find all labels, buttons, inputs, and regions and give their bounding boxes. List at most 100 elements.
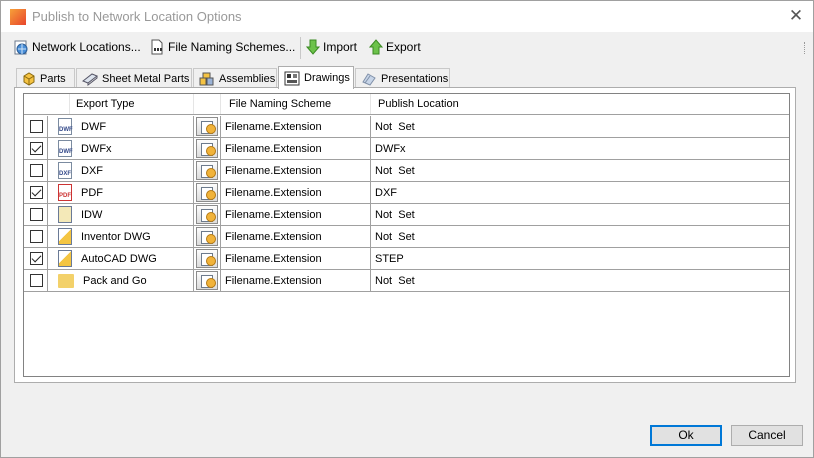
export-type-header[interactable]: Export Type [70,94,194,114]
export-type-checkbox[interactable] [30,230,43,243]
import-button[interactable]: Import [306,37,357,57]
tab-parts-label: Parts [40,72,66,85]
edit-naming-scheme-button[interactable] [196,249,218,268]
file-icon-text: DXF [59,171,71,177]
file-naming-scheme-cell[interactable]: Filename.Extension [221,116,371,137]
file-naming-scheme-header[interactable]: File Naming Scheme [221,94,371,114]
publish-location-cell[interactable]: DWFx [371,138,789,159]
publish-location-cell[interactable]: Not Set [371,160,789,181]
dwfx-file-icon: DWF [58,140,73,157]
export-type-cell: DXF DXF [48,160,194,181]
tab-assemblies[interactable]: Assemblies [193,68,277,88]
tab-parts[interactable]: Parts [16,68,75,88]
publish-location-cell[interactable]: Not Set [371,270,789,291]
table-row[interactable]: DXF DXF Filename.Extension Not Set [24,160,789,182]
export-type-checkbox[interactable] [30,274,43,287]
dxf-file-icon: DXF [58,162,72,179]
file-naming-schemes-button[interactable]: File Naming Schemes... [149,37,295,57]
file-naming-scheme-cell[interactable]: Filename.Extension [221,270,371,291]
browse-cell [194,116,221,137]
table-row[interactable]: IDW Filename.Extension Not Set [24,204,789,226]
table-row[interactable]: Pack and Go Filename.Extension Not Set [24,270,789,292]
export-type-label: DXF [81,164,103,177]
edit-naming-scheme-button[interactable] [196,161,218,180]
table-row[interactable]: PDF PDF Filename.Extension DXF [24,182,789,204]
file-icon-text: DWF [59,127,73,133]
table-row[interactable]: DWF DWFx Filename.Extension DWFx [24,138,789,160]
browse-cell [194,182,221,203]
file-naming-scheme-cell[interactable]: Filename.Extension [221,204,371,225]
edit-naming-scheme-button[interactable] [196,205,218,224]
export-type-checkbox[interactable] [30,252,43,265]
row-checkbox-cell [24,116,48,137]
app-icon [10,9,26,25]
file-naming-scheme-cell[interactable]: Filename.Extension [221,160,371,181]
publish-location-cell[interactable]: Not Set [371,226,789,247]
file-naming-scheme-cell[interactable]: Filename.Extension [221,226,371,247]
file-naming-scheme-cell[interactable]: Filename.Extension [221,138,371,159]
table-header: Export Type File Naming Scheme Publish L… [24,94,789,115]
export-type-label: PDF [81,186,103,199]
export-label: Export [386,40,421,54]
edit-naming-scheme-button[interactable] [196,139,218,158]
browse-cell [194,160,221,181]
drawings-tab-panel: Export Type File Naming Scheme Publish L… [14,87,796,383]
toolbar: Network Locations... File Naming Schemes… [1,32,813,62]
export-type-cell: AutoCAD DWG [48,248,194,269]
export-type-label: Inventor DWG [81,230,151,243]
ok-button[interactable]: Ok [650,425,722,446]
row-checkbox-cell [24,226,48,247]
export-type-checkbox[interactable] [30,120,43,133]
row-checkbox-cell [24,138,48,159]
dwf-file-icon: DWF [58,118,73,135]
toolbar-separator [300,37,301,59]
export-button[interactable]: Export [369,37,421,57]
export-type-label: DWF [81,120,107,133]
file-icon-text: PDF [59,193,71,199]
network-location-icon [14,40,28,55]
table-row[interactable]: DWF DWF Filename.Extension Not Set [24,116,789,138]
publish-location-value: Not Set [375,164,415,177]
file-naming-scheme-cell[interactable]: Filename.Extension [221,248,371,269]
export-type-label: Pack and Go [83,274,147,287]
browse-cell [194,204,221,225]
export-type-cell: Inventor DWG [48,226,194,247]
export-type-checkbox[interactable] [30,164,43,177]
close-button[interactable]: ✕ [785,5,807,27]
tab-sheet-metal-parts[interactable]: Sheet Metal Parts [76,68,192,88]
pack-and-go-icon [58,273,74,288]
file-naming-scheme-value: Filename.Extension [225,164,322,177]
row-checkbox-cell [24,204,48,225]
browse-cell [194,248,221,269]
tab-drawings-label: Drawings [304,72,350,84]
import-arrow-icon [306,39,320,55]
tab-drawings[interactable]: Drawings [278,66,354,89]
export-type-checkbox[interactable] [30,186,43,199]
edit-naming-scheme-button[interactable] [196,183,218,202]
publish-location-cell[interactable]: Not Set [371,116,789,137]
publish-location-cell[interactable]: Not Set [371,204,789,225]
edit-naming-scheme-button[interactable] [196,271,218,290]
pdf-file-icon: PDF [58,184,72,201]
publish-location-cell[interactable]: STEP [371,248,789,269]
export-types-table: Export Type File Naming Scheme Publish L… [23,93,790,377]
export-type-checkbox[interactable] [30,208,43,221]
file-naming-scheme-cell[interactable]: Filename.Extension [221,182,371,203]
idw-file-icon [58,206,72,223]
browse-cell [194,270,221,291]
edit-naming-scheme-button[interactable] [196,117,218,136]
publish-location-value: DXF [375,186,397,199]
network-locations-button[interactable]: Network Locations... [13,37,141,57]
tab-presentations[interactable]: Presentations [355,68,450,88]
table-row[interactable]: Inventor DWG Filename.Extension Not Set [24,226,789,248]
publish-location-header[interactable]: Publish Location [371,94,789,114]
presentation-icon [362,72,376,86]
export-arrow-icon [369,39,383,55]
cancel-button[interactable]: Cancel [731,425,803,446]
export-type-checkbox[interactable] [30,142,43,155]
export-type-cell: DWF DWF [48,116,194,137]
toolbar-grip [804,42,807,54]
publish-location-cell[interactable]: DXF [371,182,789,203]
table-row[interactable]: AutoCAD DWG Filename.Extension STEP [24,248,789,270]
edit-naming-scheme-button[interactable] [196,227,218,246]
